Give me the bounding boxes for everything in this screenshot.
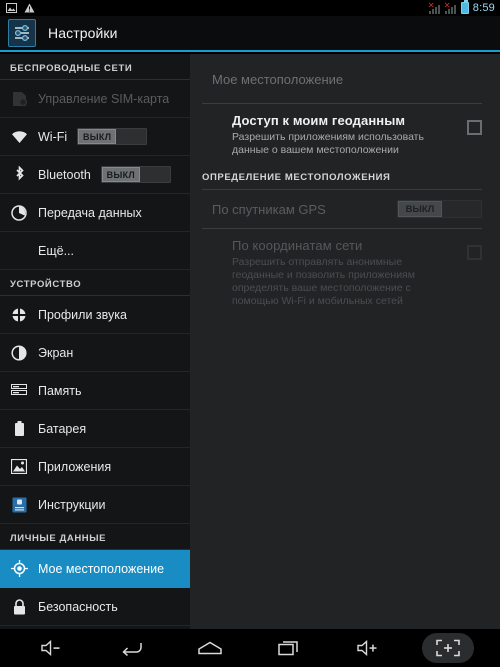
location-access-row[interactable]: Доступ к моим геоданным Разрешить прилож… (190, 104, 500, 166)
sidebar-item-sim-management[interactable]: Управление SIM-карта (0, 80, 190, 118)
navigation-bar (0, 629, 500, 667)
sidebar-item-bluetooth[interactable]: Bluetooth ВЫКЛ (0, 156, 190, 194)
sidebar-item-apps[interactable]: Приложения (0, 448, 190, 486)
bluetooth-toggle[interactable]: ВЫКЛ (100, 166, 171, 183)
sidebar-item-my-location[interactable]: Мое местоположение (0, 550, 190, 588)
instructions-icon (10, 496, 28, 514)
gps-satellites-row[interactable]: По спутникам GPS ВЫКЛ (190, 190, 500, 228)
status-bar-notifications (0, 3, 35, 13)
android-settings-screen: ✕ ✕ 8:59 Настройки БЕСПРОВОДНЫЕ СЕТИ Упр… (0, 0, 500, 667)
location-sources-header: ОПРЕДЕЛЕНИЕ МЕСТОПОЛОЖЕНИЯ (202, 172, 391, 183)
location-crosshair-icon (10, 560, 28, 578)
bluetooth-icon (10, 166, 28, 184)
content-area: БЕСПРОВОДНЫЕ СЕТИ Управление SIM-карта W… (0, 54, 500, 629)
detail-pane-title: Мое местоположение (212, 72, 344, 87)
settings-sidebar[interactable]: БЕСПРОВОДНЫЕ СЕТИ Управление SIM-карта W… (0, 54, 190, 629)
gps-satellites-label: По спутникам GPS (212, 201, 326, 217)
sidebar-item-label: Bluetooth (38, 167, 91, 182)
sidebar-item-label: Память (38, 383, 82, 398)
bluetooth-toggle-label: ВЫКЛ (106, 169, 135, 180)
battery-icon (460, 0, 469, 14)
sidebar-item-label: Инструкции (38, 497, 106, 512)
sidebar-category-wireless: БЕСПРОВОДНЫЕ СЕТИ (0, 54, 190, 80)
home-icon[interactable] (184, 633, 236, 663)
sidebar-item-label: Безопасность (38, 599, 118, 614)
apps-icon (10, 458, 28, 476)
warning-icon (24, 3, 35, 13)
sidebar-item-label: Передача данных (38, 205, 142, 220)
sidebar-item-label: Батарея (38, 421, 87, 436)
sidebar-item-storage[interactable]: Память (0, 372, 190, 410)
location-settings-pane: Мое местоположение Доступ к моим геоданн… (190, 54, 500, 629)
sidebar-item-label: Wi-Fi (38, 129, 68, 144)
status-bar-clock: 8:59 (472, 2, 495, 14)
gps-satellites-toggle[interactable]: ВЫКЛ (397, 200, 482, 218)
sidebar-item-label: Профили звука (38, 307, 127, 322)
sidebar-item-sound-profiles[interactable]: Профили звука (0, 296, 190, 334)
storage-icon (10, 382, 28, 400)
network-location-checkbox[interactable] (467, 245, 482, 260)
signal-no-service-1-icon: ✕ (428, 1, 441, 14)
sidebar-item-display[interactable]: Экран (0, 334, 190, 372)
sidebar-item-label: Мое местоположение (38, 561, 165, 576)
display-icon (10, 344, 28, 362)
volume-up-icon[interactable] (343, 633, 395, 663)
sim-card-icon (10, 90, 28, 108)
sidebar-category-personal: ЛИЧНЫЕ ДАННЫЕ (0, 524, 190, 550)
wifi-icon (10, 128, 28, 146)
battery-settings-icon (10, 420, 28, 438)
status-bar-system-icons: ✕ ✕ 8:59 (428, 0, 500, 14)
screenshot-icon[interactable] (422, 633, 475, 663)
sidebar-item-label: Управление SIM-карта (38, 91, 170, 106)
signal-no-service-2-icon: ✕ (444, 1, 457, 14)
data-usage-icon (10, 204, 28, 222)
network-location-heading: По координатам сети (232, 238, 363, 253)
sidebar-item-security[interactable]: Безопасность (0, 588, 190, 626)
sidebar-item-battery[interactable]: Батарея (0, 410, 190, 448)
sidebar-item-label: Экран (38, 345, 74, 360)
back-icon[interactable] (105, 633, 157, 663)
gps-toggle-label: ВЫКЛ (405, 203, 435, 215)
location-access-subtext: Разрешить приложениям использовать данны… (232, 131, 424, 156)
sidebar-item-instructions[interactable]: Инструкции (0, 486, 190, 524)
volume-down-icon[interactable] (26, 633, 78, 663)
network-location-row[interactable]: По координатам сети Разрешить отправлять… (190, 229, 500, 317)
status-bar: ✕ ✕ 8:59 (0, 0, 500, 16)
recent-apps-icon[interactable] (264, 633, 316, 663)
network-location-subtext: Разрешить отправлять анонимные геоданные… (232, 256, 415, 307)
sidebar-item-more[interactable]: Ещё... (0, 232, 190, 270)
page-title: Настройки (48, 25, 118, 41)
wifi-toggle-label: ВЫКЛ (82, 131, 112, 142)
sidebar-item-label: Приложения (38, 459, 112, 474)
sidebar-category-device: УСТРОЙСТВО (0, 270, 190, 296)
location-access-heading: Доступ к моим геоданным (232, 113, 406, 128)
sound-profiles-icon (10, 306, 28, 324)
sidebar-item-label: Ещё... (38, 243, 74, 258)
lock-icon (10, 598, 28, 616)
location-access-checkbox[interactable] (467, 120, 482, 135)
action-bar: Настройки (0, 16, 500, 52)
sidebar-item-data-usage[interactable]: Передача данных (0, 194, 190, 232)
settings-sliders-icon[interactable] (8, 19, 36, 47)
wifi-toggle[interactable]: ВЫКЛ (77, 128, 148, 145)
image-icon (6, 3, 17, 13)
sidebar-item-wifi[interactable]: Wi-Fi ВЫКЛ (0, 118, 190, 156)
